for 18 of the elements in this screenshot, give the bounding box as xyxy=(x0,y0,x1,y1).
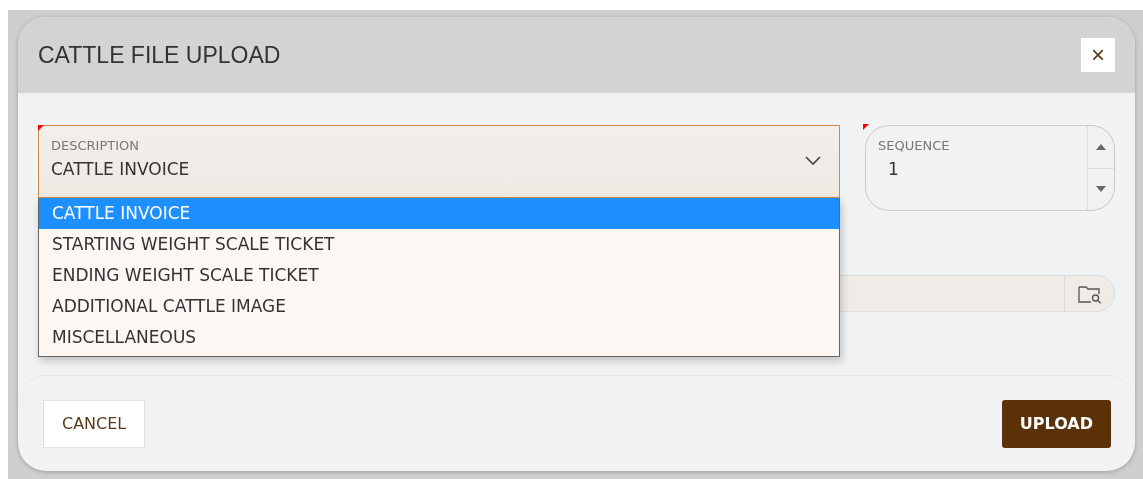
field-label: DESCRIPTION xyxy=(51,138,140,153)
upload-button[interactable]: UPLOAD xyxy=(1001,399,1111,448)
chevron-icon xyxy=(805,156,821,166)
dropdown-option[interactable]: STARTING WEIGHT SCALE TICKET xyxy=(39,229,839,260)
dropdown-option[interactable]: ADDITIONAL CATTLE IMAGE xyxy=(39,291,839,322)
dropdown-option[interactable]: ENDING WEIGHT SCALE TICKET xyxy=(39,260,839,291)
dropdown-option[interactable]: MISCELLANEOUS xyxy=(39,322,839,353)
field-value: CATTLE INVOICE xyxy=(51,159,190,179)
close-button[interactable]: × xyxy=(1081,38,1115,72)
field-value: 1 xyxy=(887,159,899,179)
dialog-title: CATTLE FILE UPLOAD xyxy=(38,41,281,69)
description-select[interactable]: DESCRIPTION CATTLE INVOICE xyxy=(38,125,840,198)
up-triangle-icon xyxy=(1096,143,1106,150)
folder-search-icon xyxy=(1077,283,1102,304)
down-triangle-icon xyxy=(1096,186,1106,193)
sequence-field[interactable]: SEQUENCE 1 xyxy=(865,125,1115,211)
cancel-button[interactable]: CANCEL xyxy=(43,399,146,448)
field-label: SEQUENCE xyxy=(878,138,951,153)
